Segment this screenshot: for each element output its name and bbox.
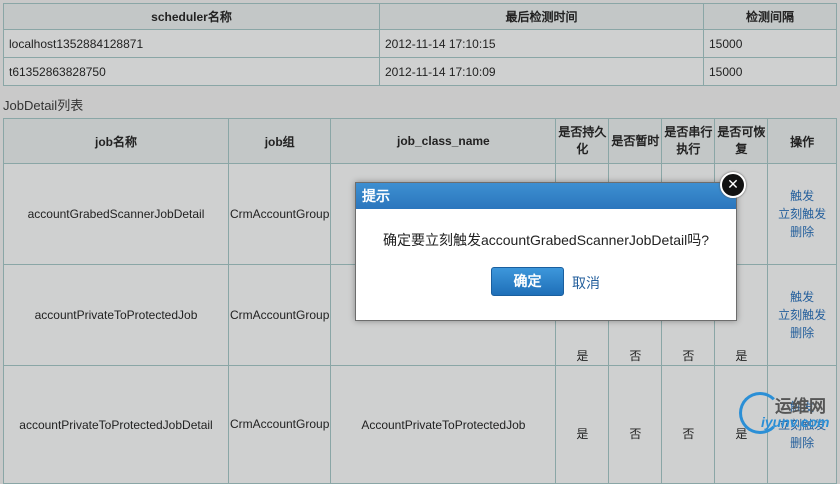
confirm-button[interactable]: 确定 [491,267,564,296]
durable-cell: 是 [555,365,610,484]
ops-cell: 触发 立刻触发 删除 [767,163,837,265]
col-header-durable: 是否持久化 [555,118,610,164]
col-header-scheduler-name: scheduler名称 [3,3,380,30]
col-header-recover: 是否可恢复 [714,118,769,164]
dialog-message: 确定要立刻触发accountGrabedScannerJobDetail吗? [382,232,710,248]
col-header-job-group: job组 [227,118,332,164]
scheduler-table: scheduler名称 最后检测时间 检测间隔 localhost1352884… [3,3,837,86]
check-interval-cell: 15000 [703,57,837,86]
check-interval-cell: 15000 [703,29,837,58]
col-header-last-check-time: 最后检测时间 [379,3,704,30]
job-class-cell: AccountPrivateToProtectedJob [330,365,557,484]
close-icon[interactable]: ✕ [720,172,746,198]
col-header-job-name: job名称 [3,118,229,164]
job-name-cell: accountPrivateToProtectedJobDetail [3,365,229,484]
delete-link[interactable]: 删除 [769,223,835,241]
trigger-now-link[interactable]: 立刻触发 [769,205,835,223]
scheduler-table-header: scheduler名称 最后检测时间 检测间隔 [3,3,837,30]
job-group-cell: CrmAccountGroup [227,264,332,366]
scheduler-name-cell: localhost1352884128871 [3,29,380,58]
serial-cell: 否 [661,365,716,484]
cancel-link[interactable]: 取消 [572,273,600,293]
watermark-text-bottom: iyunv.com [761,414,830,430]
job-name-cell: accountPrivateToProtectedJob [3,264,229,366]
dialog-title: 提示 [356,183,736,209]
ops-cell: 触发 立刻触发 删除 [767,264,837,366]
job-name-cell: accountGrabedScannerJobDetail [3,163,229,265]
trigger-now-link[interactable]: 立刻触发 [769,306,835,324]
trigger-link[interactable]: 触发 [769,187,835,205]
jobdetail-table-header: job名称 job组 job_class_name 是否持久化 是否暂时 是否串… [3,118,837,164]
col-header-job-class: job_class_name [330,118,557,164]
table-row: t61352863828750 2012-11-14 17:10:09 1500… [3,57,837,86]
col-header-volatile: 是否暂时 [608,118,663,164]
trigger-link[interactable]: 触发 [769,288,835,306]
scheduler-name-cell: t61352863828750 [3,57,380,86]
col-header-check-interval: 检测间隔 [703,3,837,30]
delete-link[interactable]: 删除 [769,324,835,342]
table-row: localhost1352884128871 2012-11-14 17:10:… [3,29,837,58]
table-row: accountPrivateToProtectedJobDetail CrmAc… [3,365,837,484]
col-header-ops: 操作 [767,118,837,164]
last-check-time-cell: 2012-11-14 17:10:15 [379,29,704,58]
job-group-cell: CrmAccountGroup [227,163,332,265]
volatile-cell: 否 [608,365,663,484]
job-group-cell: CrmAccountGroup [227,365,332,484]
watermark-logo: 运维网 iyunv.com [735,388,840,437]
section-title: JobDetail列表 [3,98,84,113]
confirm-dialog: 提示 确定要立刻触发accountGrabedScannerJobDetail吗… [355,182,737,321]
col-header-serial: 是否串行执行 [661,118,716,164]
last-check-time-cell: 2012-11-14 17:10:09 [379,57,704,86]
